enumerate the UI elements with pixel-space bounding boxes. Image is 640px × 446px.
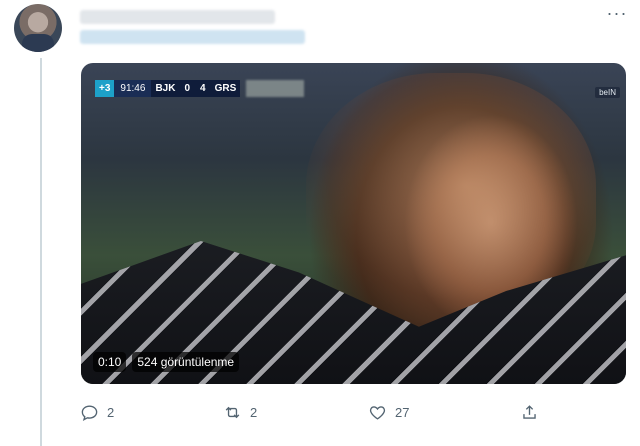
like-count: 27 [395,404,410,420]
reply-icon [81,404,98,421]
heart-icon [369,405,386,420]
home-team: BJK [151,80,180,97]
scoreboard: +3 91:46 BJK 0 4 GRS [95,80,305,97]
more-icon: ··· [606,2,628,23]
reply-button[interactable]: 2 [80,398,114,426]
match-clock: 91:46 [114,80,152,97]
retweet-count: 2 [250,404,258,420]
share-icon [523,404,536,419]
video-info-badges: 0:10 524 görüntülenme [93,352,240,372]
away-team: GRS [210,80,241,97]
avatar-shirt [22,34,54,52]
blurred-display-name [80,10,275,24]
video-player[interactable]: +3 91:46 BJK 0 4 GRS beIN 0:10 524 görün… [81,63,626,384]
like-button[interactable]: 27 [368,398,409,426]
video-view-count: 524 görüntülenme [132,352,240,372]
retweet-button[interactable]: 2 [223,398,257,426]
away-score: 4 [195,80,211,97]
channel-logo: beIN [595,87,620,98]
avatar[interactable] [14,4,62,52]
home-score: 0 [179,80,196,97]
reply-count: 2 [107,404,115,420]
video-duration: 0:10 [93,352,127,372]
share-button[interactable] [520,398,539,426]
retweet-icon [225,406,240,418]
blurred-handle [80,30,305,44]
tweet-actions: 2 2 27 [0,398,640,426]
blurred-scoreboard-extra [246,80,305,97]
more-options-button[interactable]: ··· [603,2,631,24]
thread-line [40,58,42,446]
stoppage-time: +3 [95,80,115,97]
